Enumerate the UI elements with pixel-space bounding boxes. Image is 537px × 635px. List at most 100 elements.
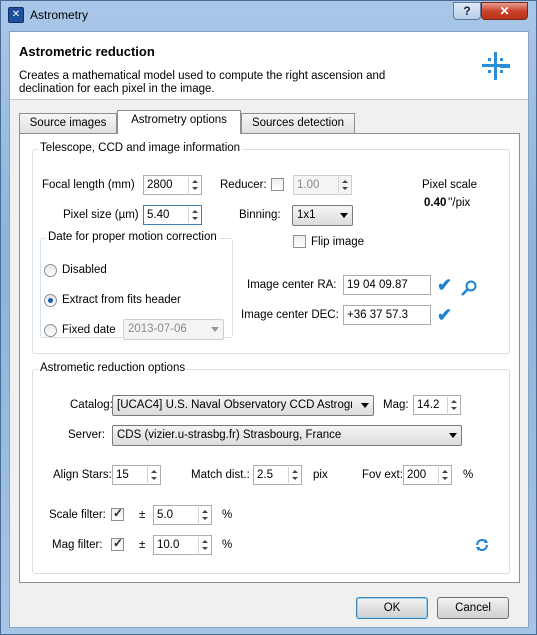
fixed-date-value: 2013-07-06 [128,323,187,335]
ok-button[interactable]: OK [356,597,428,619]
server-value: CDS (vizier.u-strasbg.fr) Strasbourg, Fr… [117,429,342,441]
reducer-value: 1.00 [297,179,320,191]
center-dec-label: Image center DEC: [241,309,339,321]
date-group-title: Date for proper motion correction [46,231,219,243]
mag-value: 14.2 [417,399,440,411]
window-title: Astrometry [30,8,89,22]
spin-arrows-icon[interactable] [288,467,300,483]
date-fixed-radio[interactable] [44,324,57,337]
pixel-size-input[interactable]: 5.40 [143,205,202,225]
mag-filter-plusminus: ± [139,539,146,551]
align-stars-label: Align Stars: [53,469,112,481]
date-disabled-label: Disabled [62,264,107,276]
spin-arrows-icon[interactable] [198,507,210,523]
catalog-select[interactable]: [UCAC4] U.S. Naval Observatory CCD Astro… [112,395,374,416]
chevron-down-icon [449,433,457,438]
binning-value: 1x1 [297,209,316,221]
scale-filter-checkbox[interactable] [111,506,124,521]
spin-arrows-icon[interactable] [198,537,210,553]
date-extract-fits-label: Extract from fits header [62,294,181,306]
mag-filter-input[interactable]: 10.0 [153,535,212,555]
server-select[interactable]: CDS (vizier.u-strasbg.fr) Strasbourg, Fr… [112,425,462,446]
center-ra-label: Image center RA: [247,279,337,291]
refresh-icon[interactable] [474,537,490,553]
fov-ext-input[interactable]: 200 [403,465,452,485]
reducer-input: 1.00 [293,175,352,195]
scale-filter-value: 5.0 [157,509,173,521]
spin-arrows-icon[interactable] [447,397,459,413]
close-button[interactable]: ✕ [481,2,528,20]
dialog-heading: Astrometric reduction [19,44,155,59]
telescope-group-title: Telescope, CCD and image information [38,142,243,154]
dialog-description: Creates a mathematical model used to com… [19,70,386,95]
match-dist-value: 2.5 [257,469,273,481]
flip-image-checkbox[interactable] [293,235,306,248]
mag-filter-checkbox[interactable] [111,536,124,551]
reduction-group-title: Astrometic reduction options [38,362,188,374]
spin-arrows-icon [338,177,350,193]
tab-astrometry-options[interactable]: Astrometry options [117,110,241,134]
tab-sources-detection[interactable]: Sources detection [241,113,355,134]
date-disabled-radio[interactable] [44,264,57,277]
astrometry-app-icon: ✕ [8,7,24,23]
fov-ext-value: 200 [407,469,427,481]
dialog-header: Astrometric reduction Creates a mathemat… [10,32,528,100]
mag-input[interactable]: 14.2 [413,395,461,415]
pixel-scale-value: 0.40 [424,197,447,209]
scale-filter-input[interactable]: 5.0 [153,505,212,525]
catalog-value: [UCAC4] U.S. Naval Observatory CCD Astro… [117,399,352,411]
scale-filter-plusminus: ± [139,509,146,521]
chevron-down-icon [340,213,348,218]
center-dec-value: +36 37 57.3 [347,309,409,321]
chevron-down-icon [211,327,219,332]
chevron-down-icon [361,403,369,408]
center-dec-input[interactable]: +36 37 57.3 [343,305,431,325]
pixel-size-label: Pixel size (µm) [63,209,139,221]
date-extract-fits-radio[interactable] [44,294,57,307]
astrometry-window: ✕ Astrometry ? ✕ Astrometric reduction C… [0,0,537,635]
mag-filter-value: 10.0 [157,539,180,551]
focal-length-value: 2800 [147,179,173,191]
crosshair-grid-icon [482,52,510,80]
align-stars-value: 15 [116,469,129,481]
catalog-label: Catalog: [70,399,113,411]
spin-arrows-icon[interactable] [188,177,200,193]
match-dist-unit: pix [313,469,328,481]
mag-filter-label: Mag filter: [52,539,103,551]
fixed-date-picker: 2013-07-06 [123,319,224,340]
cancel-button[interactable]: Cancel [437,597,509,619]
align-stars-input[interactable]: 15 [112,465,161,485]
checkmark-icon: ✔ [437,275,453,295]
date-fixed-label: Fixed date [62,324,116,336]
center-ra-input[interactable]: 19 04 09.87 [343,275,431,295]
match-dist-input[interactable]: 2.5 [253,465,302,485]
pixel-scale-unit: ''/pix [448,197,471,209]
tab-source-images[interactable]: Source images [19,113,117,134]
magnifier-search-icon[interactable] [460,280,478,298]
spin-arrows-icon[interactable] [188,207,200,223]
fov-ext-label: Fov ext: [362,469,403,481]
pixel-size-value: 5.40 [147,209,170,221]
reducer-label: Reducer: [220,179,267,191]
scale-filter-label: Scale filter: [49,509,106,521]
mag-label: Mag: [383,399,409,411]
spin-arrows-icon[interactable] [438,467,450,483]
binning-label: Binning: [239,209,281,221]
reducer-checkbox[interactable] [271,178,284,191]
pixel-scale-label: Pixel scale [422,179,477,191]
scale-filter-unit: % [222,509,233,521]
focal-length-input[interactable]: 2800 [143,175,202,195]
match-dist-label: Match dist.: [191,469,250,481]
mag-filter-unit: % [222,539,233,551]
fov-ext-unit: % [463,469,474,481]
help-button[interactable]: ? [453,2,481,20]
binning-select[interactable]: 1x1 [292,205,353,226]
title-bar[interactable]: ✕ Astrometry ? ✕ [1,1,536,29]
dialog-client-area: Astrometric reduction Creates a mathemat… [9,31,529,628]
astrometry-options-pane: Telescope, CCD and image information Foc… [19,133,520,583]
spin-arrows-icon[interactable] [147,467,159,483]
checkmark-icon: ✔ [437,305,453,325]
flip-image-label: Flip image [311,236,365,248]
center-ra-value: 19 04 09.87 [347,279,408,291]
server-label: Server: [68,429,106,441]
